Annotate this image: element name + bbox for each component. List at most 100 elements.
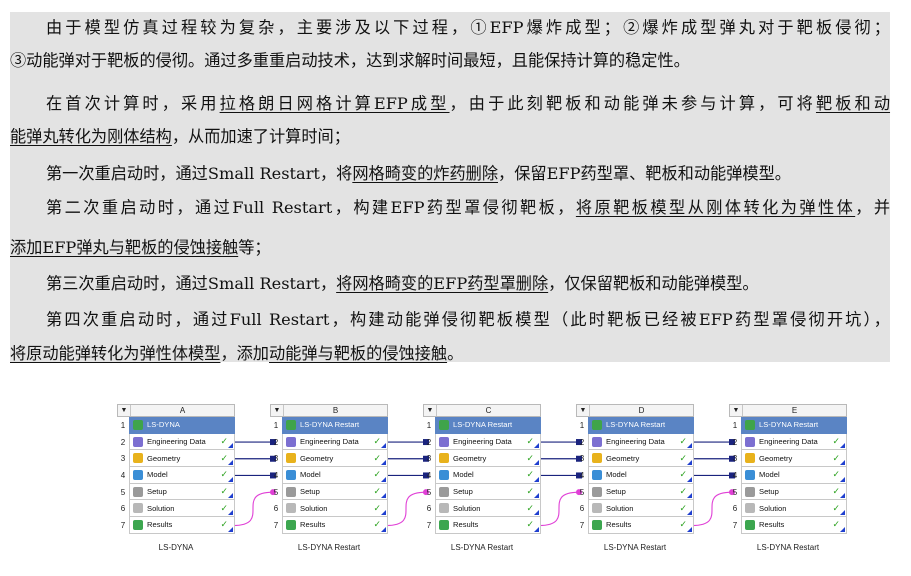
system-cell-row[interactable]: 2 Engineering Data ✓ <box>576 433 694 451</box>
system-cell[interactable]: Geometry ✓ <box>741 450 847 468</box>
system-cell-row[interactable]: 5 Setup ✓ <box>576 483 694 501</box>
system-cell-row[interactable]: 2 Engineering Data ✓ <box>729 433 847 451</box>
system-cell-row[interactable]: 6 Solution ✓ <box>270 500 388 518</box>
system-cell-row[interactable]: 4 Model ✓ <box>729 467 847 484</box>
system-cell[interactable]: LS-DYNA Restart <box>588 417 694 434</box>
collapse-icon[interactable]: ▼ <box>577 405 590 416</box>
system-cell[interactable]: Geometry ✓ <box>588 450 694 468</box>
system-cell-row[interactable]: 5 Setup ✓ <box>117 483 235 501</box>
results-icon <box>592 519 602 530</box>
system-cell-row[interactable]: 1 LS-DYNA <box>117 417 235 434</box>
row-number: 4 <box>120 470 126 480</box>
system-cell-row[interactable]: 3 Geometry ✓ <box>270 450 388 468</box>
system-cell-row[interactable]: 7 Results ✓ <box>270 517 388 534</box>
system-cell-row[interactable]: 4 Model ✓ <box>576 467 694 484</box>
system-block-a[interactable]: ▼ A 1 LS-DYNA 2 Engineering Data ✓ 3 Geometry ✓ 4 M… <box>117 404 235 534</box>
system-cell[interactable]: Solution ✓ <box>129 500 235 518</box>
system-cell[interactable]: Results ✓ <box>282 517 388 534</box>
system-cell[interactable]: Setup ✓ <box>588 483 694 501</box>
system-cell[interactable]: Geometry ✓ <box>435 450 541 468</box>
system-name-label[interactable]: LS-DYNA Restart <box>576 543 694 552</box>
system-block-d[interactable]: ▼ D 1 LS-DYNA Restart 2 Engineering Data ✓ 3 Geo… <box>576 404 694 534</box>
system-cell-row[interactable]: 1 LS-DYNA Restart <box>270 417 388 434</box>
system-cell[interactable]: Engineering Data ✓ <box>588 433 694 451</box>
system-cell-row[interactable]: 4 Model ✓ <box>117 467 235 484</box>
system-cell-row[interactable]: 6 Solution ✓ <box>117 500 235 518</box>
system-cell-row[interactable]: 1 LS-DYNA Restart <box>729 417 847 434</box>
system-cell-row[interactable]: 5 Setup ✓ <box>270 483 388 501</box>
system-cell[interactable]: Geometry ✓ <box>282 450 388 468</box>
system-block-b[interactable]: ▼ B 1 LS-DYNA Restart 2 Engineering Data ✓ 3 Geo… <box>270 404 388 534</box>
system-cell[interactable]: Results ✓ <box>129 517 235 534</box>
setup-icon <box>133 486 143 497</box>
system-cell-row[interactable]: 1 LS-DYNA Restart <box>423 417 541 434</box>
system-name-label[interactable]: LS-DYNA Restart <box>423 543 541 552</box>
system-name-label[interactable]: LS-DYNA <box>117 543 235 552</box>
system-cell-row[interactable]: 7 Results ✓ <box>729 517 847 534</box>
collapse-icon[interactable]: ▼ <box>730 405 743 416</box>
system-name-label[interactable]: LS-DYNA Restart <box>729 543 847 552</box>
system-name-label[interactable]: LS-DYNA Restart <box>270 543 388 552</box>
check-icon: ✓ <box>220 452 228 463</box>
system-cell[interactable]: Engineering Data ✓ <box>741 433 847 451</box>
system-cell-row[interactable]: 3 Geometry ✓ <box>729 450 847 468</box>
system-cell[interactable]: Model ✓ <box>741 467 847 484</box>
system-cell-row[interactable]: 1 LS-DYNA Restart <box>576 417 694 434</box>
system-cell-row[interactable]: 4 Model ✓ <box>423 467 541 484</box>
check-icon: ✓ <box>679 469 687 480</box>
system-cell-row[interactable]: 3 Geometry ✓ <box>423 450 541 468</box>
setup-icon <box>439 486 449 497</box>
collapse-icon[interactable]: ▼ <box>424 405 437 416</box>
system-cell-row[interactable]: 4 Model ✓ <box>270 467 388 484</box>
cell-label: Engineering Data <box>147 437 206 447</box>
system-cell[interactable]: Model ✓ <box>588 467 694 484</box>
system-cell[interactable]: Setup ✓ <box>435 483 541 501</box>
system-cell[interactable]: Model ✓ <box>129 467 235 484</box>
system-cell[interactable]: LS-DYNA <box>129 417 235 434</box>
system-cell-row[interactable]: 2 Engineering Data ✓ <box>423 433 541 451</box>
system-cell-row[interactable]: 3 Geometry ✓ <box>117 450 235 468</box>
system-cell[interactable]: LS-DYNA Restart <box>741 417 847 434</box>
system-cell[interactable]: LS-DYNA Restart <box>282 417 388 434</box>
system-cell[interactable]: Engineering Data ✓ <box>129 433 235 451</box>
system-block-e[interactable]: ▼ E 1 LS-DYNA Restart 2 Engineering Data ✓ 3 Geo… <box>729 404 847 534</box>
system-cell[interactable]: Setup ✓ <box>282 483 388 501</box>
system-cell[interactable]: LS-DYNA Restart <box>435 417 541 434</box>
system-cell-row[interactable]: 3 Geometry ✓ <box>576 450 694 468</box>
system-cell[interactable]: Solution ✓ <box>588 500 694 518</box>
system-cell[interactable]: Results ✓ <box>588 517 694 534</box>
system-block-c[interactable]: ▼ C 1 LS-DYNA Restart 2 Engineering Data ✓ 3 Geo… <box>423 404 541 534</box>
row-number: 3 <box>120 454 126 464</box>
system-cell[interactable]: Solution ✓ <box>282 500 388 518</box>
setup-icon <box>745 486 755 497</box>
corner-marker-icon <box>840 460 845 466</box>
system-cell[interactable]: Geometry ✓ <box>129 450 235 468</box>
system-cell-row[interactable]: 2 Engineering Data ✓ <box>270 433 388 451</box>
system-cell[interactable]: Solution ✓ <box>741 500 847 518</box>
system-cell[interactable]: Engineering Data ✓ <box>282 433 388 451</box>
system-cell-row[interactable]: 6 Solution ✓ <box>729 500 847 518</box>
cell-label: Results <box>606 520 632 530</box>
system-cell[interactable]: Results ✓ <box>435 517 541 534</box>
cell-label: LS-DYNA Restart <box>606 420 666 430</box>
system-cell[interactable]: Model ✓ <box>435 467 541 484</box>
system-cell-row[interactable]: 7 Results ✓ <box>576 517 694 534</box>
system-cell[interactable]: Solution ✓ <box>435 500 541 518</box>
system-cell-row[interactable]: 7 Results ✓ <box>117 517 235 534</box>
system-cell[interactable]: Setup ✓ <box>129 483 235 501</box>
corner-marker-icon <box>534 443 539 449</box>
system-cell-row[interactable]: 5 Setup ✓ <box>423 483 541 501</box>
system-cell-row[interactable]: 2 Engineering Data ✓ <box>117 433 235 451</box>
system-cell[interactable]: Engineering Data ✓ <box>435 433 541 451</box>
system-cell-row[interactable]: 5 Setup ✓ <box>729 483 847 501</box>
system-cell-row[interactable]: 6 Solution ✓ <box>576 500 694 518</box>
collapse-icon[interactable]: ▼ <box>118 405 131 416</box>
row-number: 7 <box>120 520 126 530</box>
collapse-icon[interactable]: ▼ <box>271 405 284 416</box>
system-cell[interactable]: Setup ✓ <box>741 483 847 501</box>
system-letter: C <box>485 406 492 415</box>
system-cell[interactable]: Results ✓ <box>741 517 847 534</box>
system-cell[interactable]: Model ✓ <box>282 467 388 484</box>
system-cell-row[interactable]: 7 Results ✓ <box>423 517 541 534</box>
system-cell-row[interactable]: 6 Solution ✓ <box>423 500 541 518</box>
